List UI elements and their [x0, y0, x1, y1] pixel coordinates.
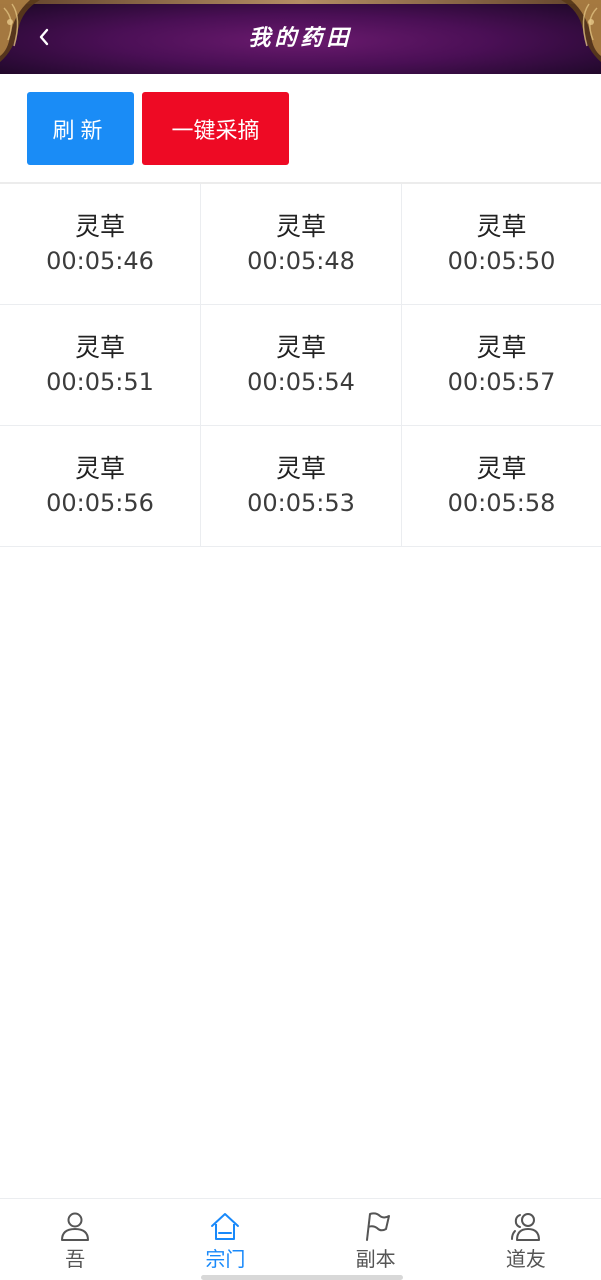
- tab-me[interactable]: 吾: [0, 1199, 150, 1280]
- herb-plot-8[interactable]: 灵草 00:05:53: [201, 426, 402, 547]
- herb-plot-1[interactable]: 灵草 00:05:46: [0, 184, 201, 305]
- tab-label: 宗门: [205, 1247, 246, 1271]
- herb-plot-9[interactable]: 灵草 00:05:58: [402, 426, 601, 547]
- page-title: 我的药田: [248, 25, 353, 51]
- herb-plot-2[interactable]: 灵草 00:05:48: [201, 184, 402, 305]
- herb-name: 灵草: [74, 333, 125, 362]
- action-bar: 刷新 一键采摘: [0, 74, 601, 184]
- herb-name: 灵草: [476, 212, 527, 241]
- herb-plot-5[interactable]: 灵草 00:05:54: [201, 305, 402, 426]
- herb-timer: 00:05:54: [247, 368, 355, 396]
- herb-plot-7[interactable]: 灵草 00:05:56: [0, 426, 201, 547]
- tab-friends[interactable]: 道友: [451, 1199, 601, 1280]
- app-root: 我的药田 刷新 一键采摘 灵草 00:05:46 灵草 00:05:48 灵草 …: [0, 0, 601, 1280]
- person-icon: [61, 1212, 90, 1241]
- home-icon: [211, 1213, 240, 1240]
- tab-label: 副本: [355, 1247, 396, 1271]
- tab-label: 道友: [505, 1247, 546, 1271]
- herb-timer: 00:05:46: [46, 247, 154, 275]
- header-ornament-top: [0, 0, 601, 4]
- flag-icon: [365, 1212, 390, 1241]
- herb-timer: 00:05:50: [447, 247, 556, 275]
- header-bar: 我的药田: [0, 0, 601, 74]
- herb-plot-6[interactable]: 灵草 00:05:57: [402, 305, 601, 426]
- herb-name: 灵草: [476, 454, 527, 483]
- herb-timer: 00:05:58: [447, 489, 556, 517]
- herb-timer: 00:05:57: [447, 368, 556, 396]
- home-indicator: [201, 1275, 403, 1280]
- bottom-tabbar: 吾 宗门 副本 道友: [0, 1198, 601, 1280]
- herb-name: 灵草: [275, 454, 326, 483]
- herb-plot-3[interactable]: 灵草 00:05:50: [402, 184, 601, 305]
- tab-sect[interactable]: 宗门: [150, 1199, 300, 1280]
- refresh-button[interactable]: 刷新: [27, 92, 134, 165]
- herb-name: 灵草: [275, 333, 326, 362]
- herb-timer: 00:05:56: [46, 489, 154, 517]
- herb-plot-4[interactable]: 灵草 00:05:51: [0, 305, 201, 426]
- herb-field-grid: 灵草 00:05:46 灵草 00:05:48 灵草 00:05:50 灵草 0…: [0, 184, 601, 547]
- herb-timer: 00:05:53: [247, 489, 355, 517]
- herb-name: 灵草: [74, 454, 125, 483]
- herb-name: 灵草: [275, 212, 326, 241]
- herb-name: 灵草: [476, 333, 527, 362]
- herb-name: 灵草: [74, 212, 125, 241]
- herb-timer: 00:05:48: [247, 247, 355, 275]
- friends-icon: [510, 1213, 540, 1241]
- harvest-all-button[interactable]: 一键采摘: [142, 92, 289, 165]
- herb-timer: 00:05:51: [46, 368, 154, 396]
- tab-label: 吾: [65, 1247, 86, 1271]
- tab-dungeon[interactable]: 副本: [301, 1199, 451, 1280]
